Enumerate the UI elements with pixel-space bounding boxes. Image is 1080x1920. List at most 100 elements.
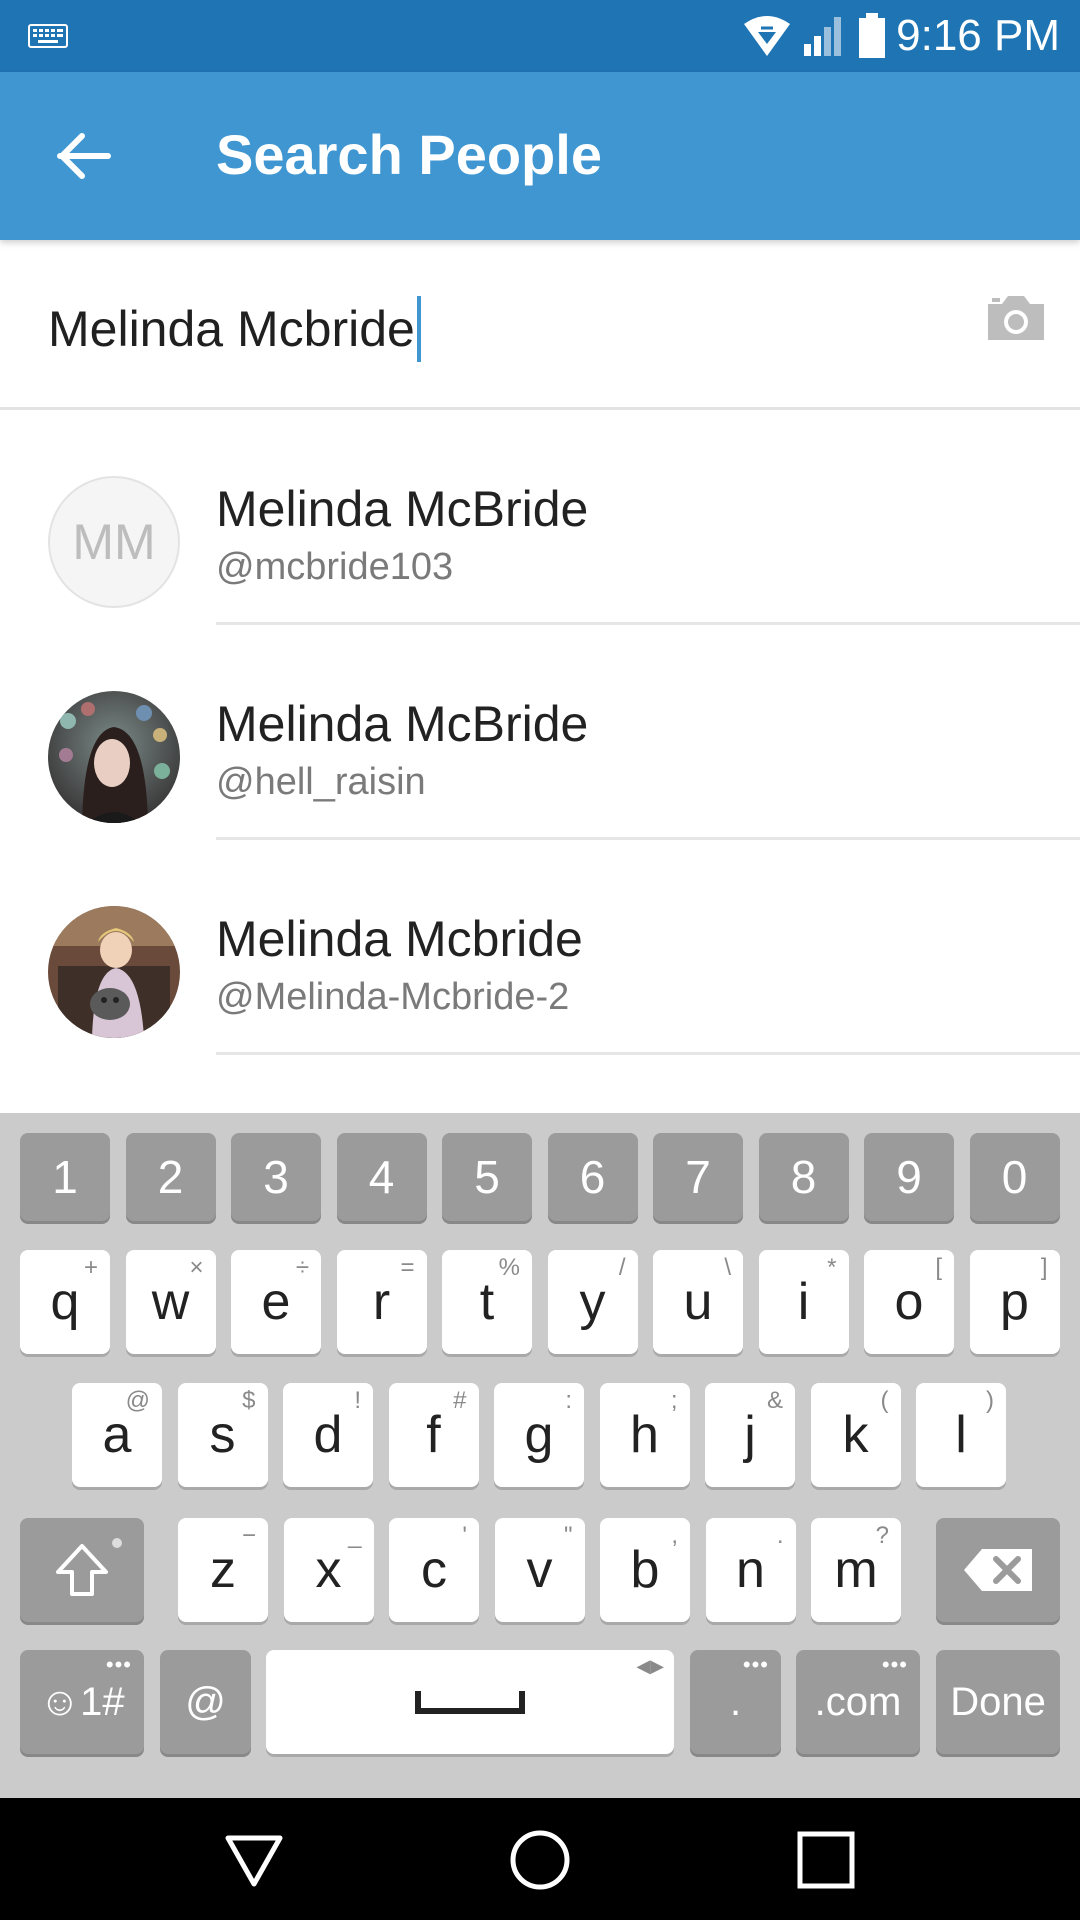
list-item[interactable]: Melinda McBride @hell_raisin bbox=[0, 625, 1080, 840]
status-time: 9:16 PM bbox=[896, 11, 1060, 60]
key-label: b bbox=[630, 1541, 660, 1599]
nav-recents-button[interactable] bbox=[790, 1824, 862, 1896]
key-y[interactable]: y / bbox=[547, 1250, 638, 1354]
key-label: f bbox=[426, 1406, 441, 1464]
key-secondary-label: * bbox=[827, 1254, 837, 1281]
backspace-key[interactable] bbox=[936, 1518, 1060, 1622]
battery-icon bbox=[859, 13, 886, 58]
key-c[interactable]: c ' bbox=[389, 1518, 479, 1622]
navigation-bar bbox=[0, 1798, 1080, 1920]
key-b[interactable]: b, bbox=[600, 1518, 690, 1622]
key-x[interactable]: x _ bbox=[283, 1518, 374, 1622]
results-list: MM Melinda McBride @mcbride103 Melinda M… bbox=[0, 410, 1080, 1055]
key-label: r bbox=[372, 1273, 391, 1331]
key-h[interactable]: h; bbox=[599, 1383, 690, 1487]
keyboard-icon bbox=[28, 24, 68, 53]
key-l[interactable]: l) bbox=[916, 1383, 1006, 1487]
key-k[interactable]: k( bbox=[810, 1383, 901, 1487]
nav-home-button[interactable] bbox=[504, 1824, 576, 1896]
avatar bbox=[48, 906, 180, 1038]
key-a[interactable]: a @ bbox=[72, 1383, 162, 1487]
key-label: x bbox=[315, 1541, 342, 1599]
key-4[interactable]: 4 bbox=[336, 1133, 427, 1221]
key-1[interactable]: 1 bbox=[20, 1133, 110, 1221]
list-item[interactable]: MM Melinda McBride @mcbride103 bbox=[0, 410, 1080, 625]
key-label: u bbox=[683, 1273, 713, 1331]
key-label: 4 bbox=[368, 1151, 395, 1203]
key-7[interactable]: 7 bbox=[653, 1133, 743, 1221]
key-2[interactable]: 2 bbox=[125, 1133, 216, 1221]
result-handle: @mcbride103 bbox=[216, 546, 454, 588]
key-0[interactable]: 0 bbox=[969, 1133, 1060, 1221]
key-f[interactable]: f # bbox=[388, 1383, 479, 1487]
camera-icon bbox=[988, 296, 1044, 340]
search-field[interactable]: Melinda Mcbride bbox=[0, 240, 1080, 410]
period-key[interactable]: ••• . bbox=[690, 1650, 781, 1754]
key-secondary-label: _ bbox=[348, 1522, 362, 1549]
avatar bbox=[48, 691, 180, 823]
key-w[interactable]: w × bbox=[125, 1250, 216, 1354]
symbols-key[interactable]: ••• ☺1# bbox=[20, 1650, 144, 1754]
key-secondary-label: , bbox=[671, 1522, 678, 1549]
key-label: 5 bbox=[474, 1151, 500, 1203]
key-q[interactable]: q + bbox=[20, 1250, 110, 1354]
key-g[interactable]: g: bbox=[494, 1383, 584, 1487]
key-secondary-label: = bbox=[400, 1254, 415, 1281]
avatar: MM bbox=[48, 476, 180, 608]
key-p[interactable]: p] bbox=[969, 1250, 1060, 1354]
key-9[interactable]: 9 bbox=[864, 1133, 954, 1221]
key-label: p bbox=[1000, 1273, 1029, 1331]
arrow-back-icon bbox=[57, 133, 111, 179]
nav-back-button[interactable] bbox=[218, 1824, 290, 1896]
key-label: 2 bbox=[157, 1151, 184, 1203]
result-handle: @hell_raisin bbox=[216, 761, 426, 803]
key-t[interactable]: t% bbox=[442, 1250, 532, 1354]
key-label: e bbox=[261, 1273, 291, 1331]
key-secondary-label: / bbox=[618, 1254, 626, 1281]
camera-button[interactable] bbox=[984, 292, 1048, 356]
avatar-photo bbox=[48, 691, 180, 823]
shift-icon bbox=[56, 1544, 108, 1596]
key-j[interactable]: j & bbox=[705, 1383, 795, 1487]
shift-key[interactable] bbox=[20, 1518, 144, 1622]
key-secondary-label: − bbox=[241, 1522, 256, 1549]
key-secondary-label: ( bbox=[880, 1387, 889, 1414]
key-v[interactable]: v " bbox=[494, 1518, 585, 1622]
back-button[interactable] bbox=[44, 116, 124, 196]
key-m[interactable]: m? bbox=[811, 1518, 901, 1622]
key-8[interactable]: 8 bbox=[758, 1133, 849, 1221]
key-z[interactable]: z − bbox=[178, 1518, 268, 1622]
key-n[interactable]: n. bbox=[705, 1518, 796, 1622]
key-3[interactable]: 3 bbox=[231, 1133, 321, 1221]
key-label: i bbox=[797, 1273, 810, 1331]
list-item[interactable]: Melinda Mcbride @Melinda-Mcbride-2 bbox=[0, 840, 1080, 1055]
key-secondary-label: ! bbox=[354, 1387, 361, 1414]
key-label: n bbox=[736, 1541, 765, 1599]
key-5[interactable]: 5 bbox=[442, 1133, 532, 1221]
key-r[interactable]: r = bbox=[336, 1250, 427, 1354]
key-i[interactable]: i * bbox=[758, 1250, 849, 1354]
key-o[interactable]: o[ bbox=[864, 1250, 954, 1354]
key-d[interactable]: d! bbox=[283, 1383, 373, 1487]
key-label: 8 bbox=[790, 1151, 817, 1203]
backspace-icon bbox=[964, 1549, 1032, 1591]
key-secondary-label: \ bbox=[724, 1254, 731, 1281]
dotcom-key[interactable]: ••• .com bbox=[796, 1650, 920, 1754]
key-s[interactable]: s $ bbox=[177, 1383, 268, 1487]
at-key[interactable]: @ bbox=[160, 1650, 251, 1754]
key-secondary-label: × bbox=[189, 1254, 204, 1281]
key-secondary-label: ; bbox=[670, 1387, 678, 1414]
search-input[interactable]: Melinda Mcbride bbox=[48, 296, 421, 362]
key-6[interactable]: 6 bbox=[547, 1133, 638, 1221]
key-u[interactable]: u \ bbox=[653, 1250, 743, 1354]
key-label: 0 bbox=[1001, 1151, 1028, 1203]
key-secondary-label: " bbox=[563, 1522, 573, 1549]
done-key[interactable]: Done bbox=[936, 1650, 1060, 1754]
key-label: 9 bbox=[896, 1151, 922, 1203]
result-name: Melinda McBride bbox=[216, 696, 589, 752]
key-label: h bbox=[630, 1406, 659, 1464]
space-key[interactable]: ◀▶ bbox=[266, 1650, 674, 1754]
key-label: z bbox=[210, 1541, 236, 1599]
avatar-initials: MM bbox=[72, 514, 156, 570]
key-e[interactable]: e ÷ bbox=[231, 1250, 321, 1354]
